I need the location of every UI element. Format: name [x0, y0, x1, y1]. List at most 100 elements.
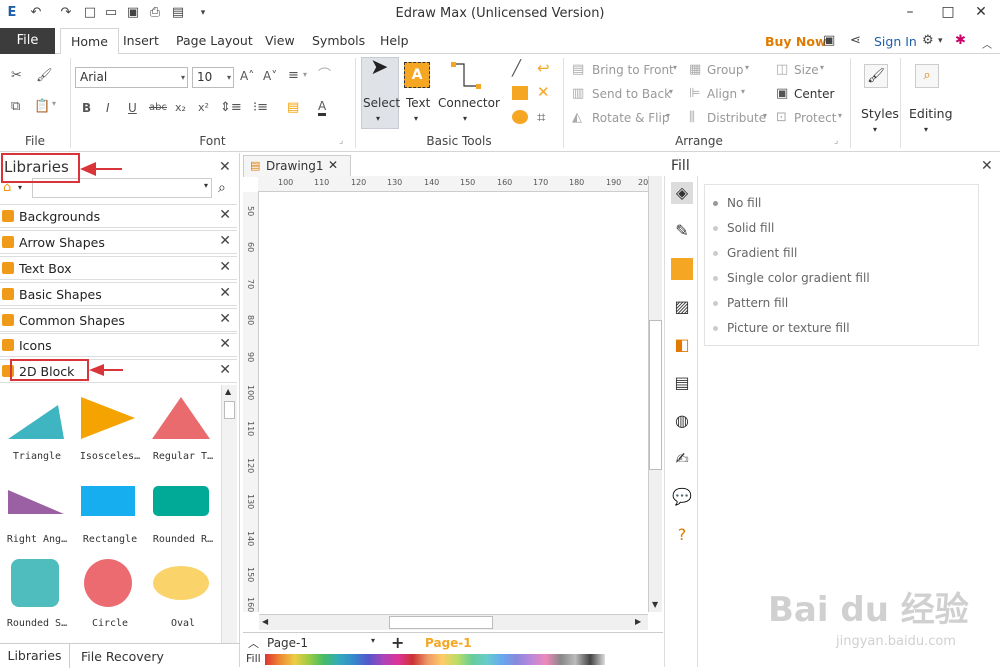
minimize-button[interactable]: –: [895, 2, 925, 22]
image-icon[interactable]: ▨: [671, 296, 693, 318]
shrink-font-icon[interactable]: A˅: [263, 68, 277, 84]
align-label[interactable]: Align: [707, 87, 737, 101]
library-item-icons[interactable]: Icons ✕: [0, 333, 237, 357]
text-tool-label[interactable]: Text: [406, 96, 430, 110]
format-painter-icon[interactable]: 🖌: [36, 68, 53, 84]
styles-icon[interactable]: 🖌: [864, 64, 888, 88]
font-size-select[interactable]: 10 ▾: [192, 67, 234, 88]
shape-triangle[interactable]: Triangle: [2, 393, 72, 473]
size-label[interactable]: Size: [794, 63, 819, 77]
scroll-right-icon[interactable]: ▶: [635, 617, 641, 626]
copy-icon[interactable]: ⧉: [11, 99, 20, 115]
library-item-text-box[interactable]: Text Box ✕: [0, 256, 237, 280]
theme-icon[interactable]: ✱: [955, 33, 966, 48]
library-item-backgrounds[interactable]: Backgrounds ✕: [0, 204, 237, 228]
bring-to-front-icon[interactable]: ▤: [572, 62, 584, 78]
protect-dropdown-icon[interactable]: ▾: [838, 111, 842, 120]
settings-gear-icon[interactable]: ⚙: [922, 33, 934, 48]
superscript-icon[interactable]: x²: [198, 100, 209, 116]
styles-button[interactable]: Styles: [861, 106, 899, 121]
fill-option-gradient-fill[interactable]: Gradient fill: [713, 246, 797, 260]
center-label[interactable]: Center: [794, 87, 834, 101]
maximize-button[interactable]: □: [933, 2, 963, 22]
fill-panel-close-icon[interactable]: ✕: [981, 158, 993, 174]
bring-to-front-dropdown-icon[interactable]: ▾: [673, 63, 677, 72]
collapse-ribbon-icon[interactable]: ︿: [982, 36, 992, 51]
shape-isosceles[interactable]: Isosceles…: [75, 393, 145, 473]
rotate-flip-dropdown-icon[interactable]: ▾: [666, 111, 670, 120]
distribute-label[interactable]: Distribute: [707, 111, 766, 125]
scroll-down-icon[interactable]: ▼: [652, 600, 658, 609]
shape-rectangle[interactable]: Rectangle: [75, 476, 145, 556]
font-dialog-launcher-icon[interactable]: ⌟: [339, 136, 343, 146]
color-palette-swatches[interactable]: [265, 654, 605, 665]
font-color-icon[interactable]: A: [318, 100, 327, 116]
fill-option-picture-texture[interactable]: Picture or texture fill: [713, 321, 850, 335]
library-close-icon[interactable]: ✕: [219, 285, 231, 301]
ellipse-tool-icon[interactable]: [512, 110, 528, 124]
group-label[interactable]: Group: [707, 63, 744, 77]
align-icon[interactable]: ⊫: [689, 86, 700, 102]
add-page-icon[interactable]: +: [391, 633, 404, 652]
editing-dropdown-icon[interactable]: ▾: [924, 125, 928, 134]
library-item-basic-shapes[interactable]: Basic Shapes ✕: [0, 282, 237, 306]
connector-dropdown-icon[interactable]: ▾: [463, 114, 467, 123]
rotate-flip-icon[interactable]: ◭: [572, 110, 582, 126]
align-dropdown-icon[interactable]: ▾: [741, 87, 745, 96]
tab-help[interactable]: Help: [380, 28, 409, 54]
tab-insert[interactable]: Insert: [123, 28, 159, 54]
paste-icon[interactable]: 📋: [34, 99, 50, 115]
layer-icon[interactable]: ◧: [671, 334, 693, 356]
tab-symbols[interactable]: Symbols: [312, 28, 365, 54]
tab-home[interactable]: Home: [60, 28, 119, 55]
search-dropdown-icon[interactable]: ▾: [204, 181, 208, 190]
tab-libraries[interactable]: Libraries: [0, 644, 70, 668]
grow-font-icon[interactable]: A˄: [240, 68, 254, 84]
font-family-select[interactable]: Arial ▾: [75, 67, 188, 88]
protect-icon[interactable]: ⊡: [776, 110, 787, 126]
search-icon[interactable]: ⌕: [218, 180, 226, 196]
line-spacing-icon[interactable]: ⇕≡: [220, 100, 242, 116]
hyperlink-globe-icon[interactable]: ◍: [671, 410, 693, 432]
canvas-hscroll-thumb[interactable]: [389, 616, 493, 629]
help-icon[interactable]: ?: [671, 524, 693, 546]
scroll-up-icon[interactable]: ▲: [225, 387, 231, 396]
shapes-scrollbar[interactable]: ▲: [221, 385, 237, 643]
fill-option-solid-fill[interactable]: Solid fill: [713, 221, 774, 235]
underline-icon[interactable]: U: [128, 100, 137, 116]
shape-right-angle[interactable]: Right Ang…: [2, 476, 72, 556]
comment-icon[interactable]: 💬: [671, 486, 693, 508]
tab-view[interactable]: View: [265, 28, 295, 54]
editing-button[interactable]: Editing: [909, 106, 953, 121]
send-to-back-icon[interactable]: ▥: [572, 86, 584, 102]
share-icon[interactable]: ⋖: [850, 33, 861, 48]
connector-tool-icon[interactable]: [448, 60, 484, 92]
library-close-icon[interactable]: ✕: [219, 311, 231, 327]
group-icon[interactable]: ▦: [689, 62, 701, 78]
shape-rounded-square[interactable]: Rounded S…: [2, 558, 72, 638]
connector-tool-label[interactable]: Connector: [438, 96, 500, 110]
paste-dropdown-icon[interactable]: ▾: [52, 99, 56, 108]
align-text-icon[interactable]: ≡: [288, 68, 299, 84]
distribute-icon[interactable]: ⫼: [689, 110, 695, 126]
page-properties-icon[interactable]: ▤: [671, 372, 693, 394]
settings-dropdown-icon[interactable]: ▾: [938, 36, 943, 46]
fill-option-pattern-fill[interactable]: Pattern fill: [713, 296, 788, 310]
fill-icon[interactable]: ◈: [671, 182, 693, 204]
bold-icon[interactable]: B: [82, 100, 91, 116]
shape-rounded-rectangle[interactable]: Rounded R…: [148, 476, 218, 556]
library-item-arrow-shapes[interactable]: Arrow Shapes ✕: [0, 230, 237, 254]
page-select[interactable]: Page-1: [267, 636, 308, 650]
shape-regular-triangle[interactable]: Regular T…: [148, 393, 218, 473]
line-tool-icon[interactable]: ╱: [512, 60, 521, 76]
canvas-vertical-scrollbar[interactable]: ▼: [648, 176, 662, 612]
shape-circle[interactable]: Circle: [75, 558, 145, 638]
crop-tool-icon[interactable]: ⌗: [537, 109, 545, 125]
line-style-icon[interactable]: ✎: [671, 220, 693, 242]
arc-tool-icon[interactable]: ↩: [537, 60, 550, 76]
text-dropdown-icon[interactable]: ▾: [414, 114, 418, 123]
fill-option-single-color-gradient[interactable]: Single color gradient fill: [713, 271, 870, 285]
styles-dropdown-icon[interactable]: ▾: [873, 125, 877, 134]
library-item-common-shapes[interactable]: Common Shapes ✕: [0, 308, 237, 332]
canvas-horizontal-scrollbar[interactable]: ◀ ▶: [259, 614, 648, 630]
